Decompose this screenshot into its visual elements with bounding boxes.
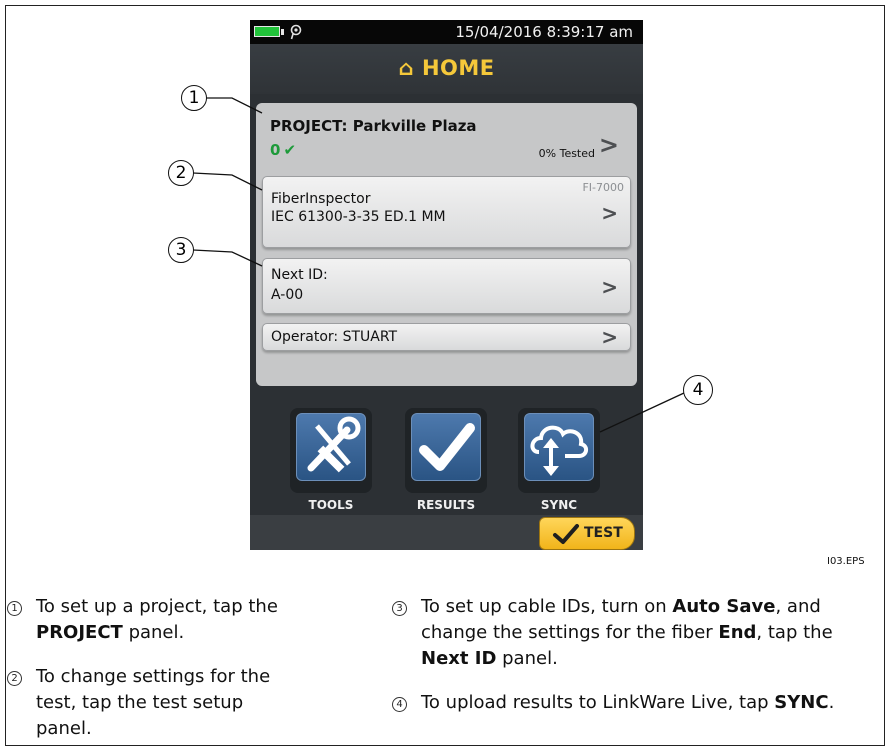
figure-id: I03.EPS bbox=[827, 556, 865, 567]
callout-4: 4 bbox=[683, 375, 713, 405]
callout-3: 3 bbox=[168, 237, 194, 263]
callout-1: 1 bbox=[181, 85, 207, 111]
legend-number-4: 4 bbox=[392, 697, 407, 712]
legend-item-1: To set up a project, tap the PROJECT pan… bbox=[36, 596, 278, 643]
callout-2: 2 bbox=[168, 160, 194, 186]
legend-item-4: To upload results to LinkWare Live, tap … bbox=[421, 692, 835, 713]
legend-item-3: To set up cable IDs, turn on Auto Save, … bbox=[421, 596, 833, 669]
legend-number-1: 1 bbox=[7, 601, 22, 616]
legend-number-3: 3 bbox=[392, 601, 407, 616]
legend-item-2: To change settings for the test, tap the… bbox=[36, 666, 271, 739]
legend-number-2: 2 bbox=[7, 671, 22, 686]
